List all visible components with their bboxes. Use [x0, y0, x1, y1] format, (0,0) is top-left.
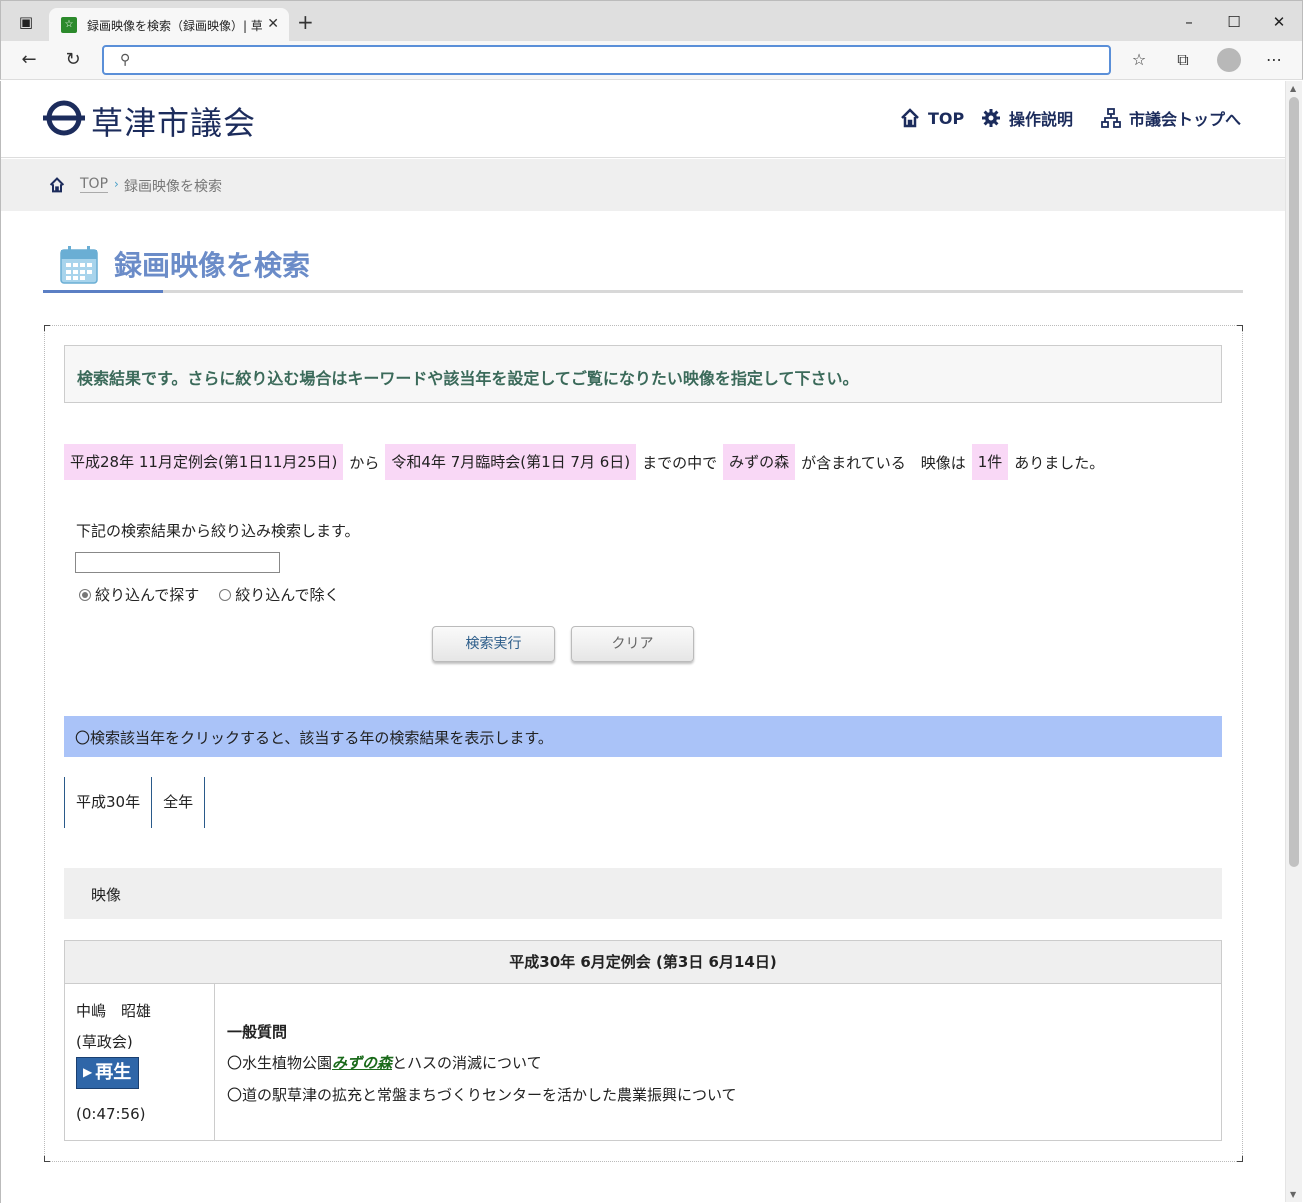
- back-icon[interactable]: ←: [18, 49, 40, 71]
- topic-item: 〇道の駅草津の拡充と常盤まちづくりセンターを活かした農業振興について: [227, 1086, 737, 1104]
- radio-exclude-label[interactable]: 絞り込んで除く: [235, 584, 339, 605]
- year-tab-h30[interactable]: 平成30年: [64, 777, 151, 828]
- year-hint-text: 〇検索該当年をクリックすると、該当する年の検索結果を表示します。: [75, 729, 553, 747]
- year-tabs: 平成30年 全年: [64, 777, 206, 828]
- video-section-header: 映像: [64, 868, 1222, 919]
- nav-help-label: 操作説明: [1009, 110, 1074, 129]
- topic-heading: 一般質問: [227, 1023, 288, 1041]
- breadcrumb: TOP › 録画映像を検索: [1, 159, 1285, 211]
- reload-icon[interactable]: ↻: [62, 49, 84, 71]
- clear-button[interactable]: クリア: [571, 626, 694, 662]
- calendar-icon: [60, 246, 98, 284]
- collections-icon[interactable]: ⧉: [1172, 49, 1194, 71]
- topic-1-keyword: みずの森: [332, 1054, 393, 1072]
- year-tab-all[interactable]: 全年: [151, 777, 206, 828]
- site-favicon-icon: ☆: [61, 17, 77, 33]
- tab-close-icon[interactable]: ✕: [267, 16, 279, 32]
- sitemap-icon: [1101, 108, 1121, 128]
- video-duration: (0:47:56): [76, 1105, 146, 1123]
- nav-council-top[interactable]: 市議会トップへ: [1101, 105, 1241, 131]
- results-notice-text: 検索結果です。さらに絞り込む場合はキーワードや該当年を設定してご覧になりたい映像…: [77, 369, 859, 388]
- site-logo-text[interactable]: 草津市議会: [91, 98, 256, 144]
- browser-tab[interactable]: ☆ 録画映像を検索（録画映像）| 草 ✕: [49, 8, 289, 42]
- scroll-up-icon[interactable]: ▲: [1290, 84, 1296, 93]
- result-summary: 平成28年 11月定例会(第1日11月25日) から 令和4年 7月臨時会(第1…: [64, 444, 1110, 480]
- window-close-icon[interactable]: ✕: [1271, 15, 1287, 30]
- title-divider-accent: [43, 290, 163, 293]
- topic-1-prefix: 〇水生植物公園: [227, 1054, 333, 1072]
- play-label: 再生: [95, 1062, 132, 1083]
- breadcrumb-top-link[interactable]: TOP: [80, 176, 109, 193]
- session-table: 平成30年 6月定例会 (第3日 6月14日) 中嶋 昭雄 (草政会) ▶ 再生 …: [64, 940, 1222, 1141]
- page-title: 録画映像を検索: [114, 249, 311, 282]
- result-count: 1件: [971, 444, 1009, 480]
- breadcrumb-separator: ›: [114, 177, 119, 191]
- range-from-suffix: から: [349, 453, 380, 472]
- home-icon: [901, 108, 919, 128]
- nav-help[interactable]: 操作説明: [981, 105, 1073, 131]
- radio-exclude[interactable]: [219, 588, 232, 601]
- city-emblem-icon: [43, 100, 85, 136]
- keyword-suffix: が含まれている 映像は: [801, 453, 966, 472]
- search-icon: ⚲: [120, 52, 131, 68]
- favorites-icon[interactable]: ☆: [1128, 49, 1150, 71]
- address-bar[interactable]: ⚲: [102, 45, 1111, 75]
- gear-icon: [982, 109, 1000, 127]
- topic-item: 〇水生植物公園みずの森とハスの消滅について: [227, 1052, 542, 1073]
- tab-actions-icon[interactable]: ▣: [18, 15, 34, 30]
- profile-avatar[interactable]: [1217, 48, 1241, 72]
- speaker-cell: 中嶋 昭雄 (草政会) ▶ 再生 (0:47:56): [65, 984, 215, 1140]
- tab-title: 録画映像を検索（録画映像）| 草: [87, 19, 262, 33]
- radio-include[interactable]: [79, 588, 91, 601]
- play-button[interactable]: ▶ 再生: [76, 1057, 139, 1089]
- site-header: 草津市議会 TOP 操作説明 市議会トップへ: [1, 81, 1285, 158]
- topic-1-suffix: とハスの消滅について: [392, 1054, 542, 1072]
- speaker-name: 中嶋 昭雄: [76, 1002, 152, 1020]
- results-notice: 検索結果です。さらに絞り込む場合はキーワードや該当年を設定してご覧になりたい映像…: [64, 345, 1222, 403]
- range-from: 平成28年 11月定例会(第1日11月25日): [64, 444, 344, 480]
- result-count-suffix: ありました。: [1014, 453, 1105, 472]
- refine-label: 下記の検索結果から絞り込み検索します。: [76, 522, 360, 540]
- search-button[interactable]: 検索実行: [432, 626, 555, 662]
- nav-top[interactable]: TOP: [900, 105, 964, 131]
- maximize-icon[interactable]: ☐: [1226, 15, 1242, 30]
- range-to-suffix: までの中で: [642, 453, 718, 472]
- speaker-party: (草政会): [76, 1033, 133, 1051]
- range-to: 令和4年 7月臨時会(第1日 7月 6日): [385, 444, 637, 480]
- year-hint-bar: 〇検索該当年をクリックすると、該当する年の検索結果を表示します。: [64, 716, 1222, 757]
- refine-keyword-input[interactable]: [75, 552, 280, 573]
- nav-council-top-label: 市議会トップへ: [1129, 110, 1242, 129]
- breadcrumb-current: 録画映像を検索: [124, 179, 222, 195]
- page-viewport: 草津市議会 TOP 操作説明 市議会トップへ TOP › 録画映像を検索 録画映…: [1, 81, 1285, 1202]
- search-keyword: みずの森: [723, 444, 796, 480]
- breadcrumb-home-icon[interactable]: [49, 177, 65, 193]
- scroll-thumb[interactable]: [1289, 97, 1299, 867]
- radio-include-label[interactable]: 絞り込んで探す: [95, 584, 199, 605]
- new-tab-icon[interactable]: +: [297, 12, 314, 32]
- scroll-down-icon[interactable]: ▼: [1290, 1190, 1296, 1199]
- nav-top-label: TOP: [928, 108, 965, 128]
- page-scrollbar[interactable]: ▲ ▼: [1285, 81, 1302, 1202]
- video-section-title: 映像: [91, 886, 122, 904]
- browser-tab-strip: ▣ ☆ 録画映像を検索（録画映像）| 草 ✕ + – ☐ ✕: [0, 0, 1303, 42]
- refine-mode-group: 絞り込んで探す 絞り込んで除く: [79, 584, 340, 605]
- browser-toolbar: ← ↻ ⚲ ☆ ⧉ ⋯: [0, 41, 1303, 80]
- topic-cell: 一般質問 〇水生植物公園みずの森とハスの消滅について 〇道の駅草津の拡充と常盤ま…: [227, 984, 1207, 1140]
- play-icon: ▶: [83, 1065, 93, 1079]
- session-title: 平成30年 6月定例会 (第3日 6月14日): [65, 941, 1221, 984]
- title-divider: [43, 290, 1243, 293]
- more-menu-icon[interactable]: ⋯: [1263, 49, 1285, 71]
- minimize-icon[interactable]: –: [1181, 15, 1197, 30]
